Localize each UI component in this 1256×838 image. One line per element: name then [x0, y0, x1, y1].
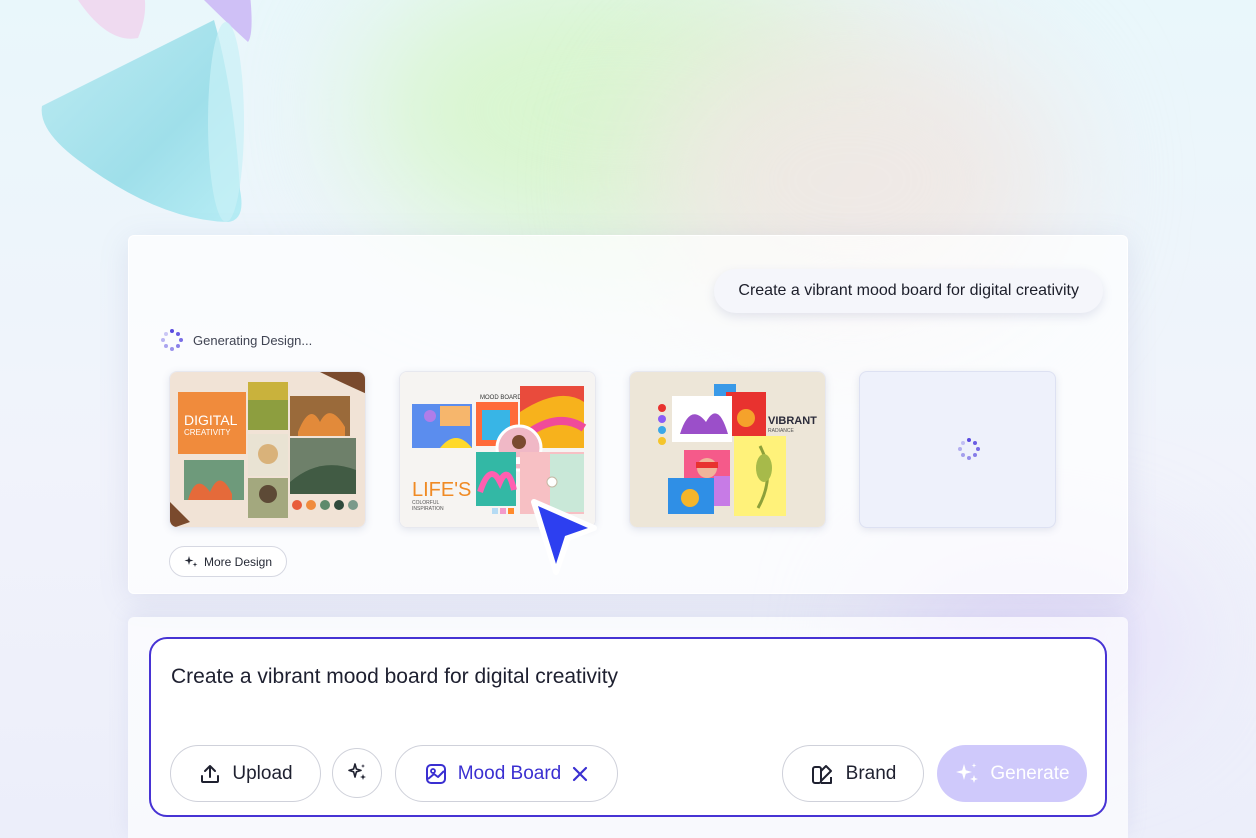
decorative-cone — [41, 20, 244, 222]
prompt-bubble: Create a vibrant mood board for digital … — [714, 269, 1103, 313]
brand-button[interactable]: Brand — [782, 745, 924, 802]
spinner-icon — [958, 438, 980, 460]
mood-board-chip[interactable]: Mood Board — [395, 745, 618, 802]
design-cards: DIGITAL CREATIVITY MOOD BOARD LIFE'S COL… — [169, 371, 1056, 528]
card-title: VIBRANT — [768, 415, 817, 427]
magic-prompt-button[interactable] — [332, 748, 382, 798]
cursor-arrow-icon — [531, 499, 597, 575]
sparkle-icon — [184, 555, 198, 567]
design-card-vibrant-radiance[interactable]: VIBRANT RADIANCE — [629, 371, 826, 528]
design-thumbnail: VIBRANT RADIANCE — [630, 372, 825, 527]
more-design-label: More Design — [204, 554, 273, 569]
generating-status: Generating Design... — [161, 329, 312, 351]
close-icon[interactable] — [571, 765, 589, 783]
design-card-loading — [859, 371, 1056, 528]
status-text: Generating Design... — [193, 332, 313, 348]
mood-board-label: Mood Board — [457, 762, 562, 784]
card-subtitle-line2: INSPIRATION — [412, 506, 444, 512]
card-title: LIFE'S — [412, 479, 471, 501]
design-card-digital-creativity[interactable]: DIGITAL CREATIVITY — [169, 371, 366, 528]
design-preview-panel: Create a vibrant mood board for digital … — [128, 235, 1128, 594]
prompt-composer-area: Create a vibrant mood board for digital … — [128, 617, 1128, 838]
brand-label: Brand — [845, 762, 897, 784]
card-header: MOOD BOARD — [480, 395, 522, 401]
more-design-button[interactable]: More Design — [169, 546, 288, 577]
upload-icon — [201, 764, 220, 783]
magic-wand-icon — [348, 763, 366, 780]
generate-label: Generate — [990, 762, 1070, 784]
generate-button[interactable]: Generate — [937, 745, 1087, 802]
prompt-input[interactable]: Create a vibrant mood board for digital … — [171, 665, 618, 689]
card-subtitle: RADIANCE — [768, 428, 795, 434]
design-thumbnail: DIGITAL CREATIVITY — [170, 372, 365, 527]
upload-button[interactable]: Upload — [170, 745, 321, 802]
upload-label: Upload — [232, 762, 293, 784]
sparkle-icon — [956, 762, 979, 783]
prompt-composer[interactable]: Create a vibrant mood board for digital … — [149, 637, 1107, 817]
card-title-line1: DIGITAL — [184, 412, 238, 428]
brand-icon — [811, 764, 832, 784]
mood-board-icon — [425, 763, 446, 784]
card-title-line2: CREATIVITY — [184, 428, 231, 437]
spinner-icon — [161, 329, 183, 351]
